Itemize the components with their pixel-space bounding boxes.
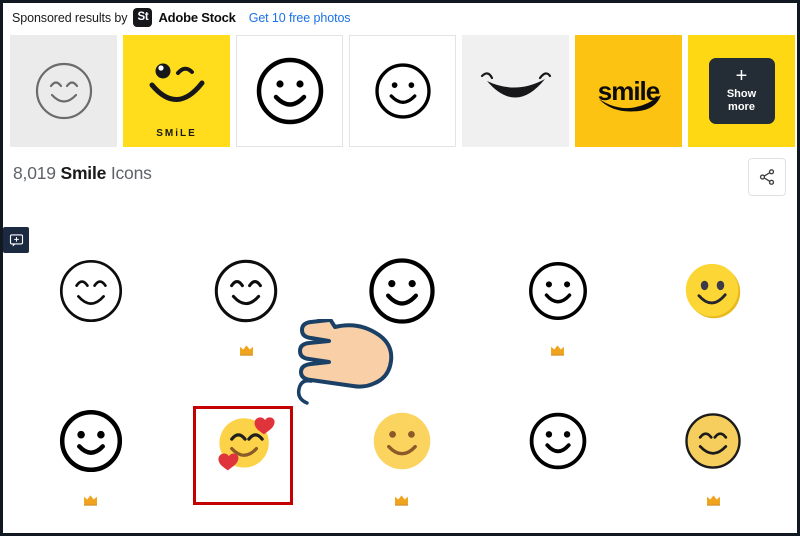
grid-row xyxy=(13,393,791,533)
sponsored-thumb-4[interactable] xyxy=(349,35,456,147)
outline-smiley-curved-eyes-icon xyxy=(35,62,92,120)
results-count: 8,019 xyxy=(13,163,56,183)
adobe-stock-brand-name: Adobe Stock xyxy=(158,10,236,25)
premium-crown-icon xyxy=(239,345,253,356)
get-free-photos-link[interactable]: Get 10 free photos xyxy=(249,11,351,25)
winking-smiley-icon xyxy=(149,63,204,102)
bold-smiley-dot-eyes-icon xyxy=(528,261,587,320)
icon-results-grid xyxy=(13,243,791,533)
sponsored-thumb-show-more[interactable]: + Show more xyxy=(688,35,795,147)
plus-icon: + xyxy=(735,64,748,87)
premium-crown-icon xyxy=(84,495,98,506)
show-more-button[interactable]: + Show more xyxy=(708,58,775,124)
share-button[interactable] xyxy=(748,158,786,196)
icon-outline-smiley-curved-eyes-2[interactable] xyxy=(210,243,282,338)
results-keyword: Smile xyxy=(60,163,107,183)
filled-smiley-curved-eyes-icon xyxy=(685,412,741,469)
icon-bold-smiley-dot-eyes-1[interactable] xyxy=(365,243,439,338)
sponsored-thumb-2-caption: SMiLE xyxy=(156,128,197,139)
smile-curve-only-icon xyxy=(480,72,551,98)
grid-cell[interactable] xyxy=(324,393,480,533)
premium-crown-icon xyxy=(551,345,565,356)
icon-outline-smiley-curved-eyes-1[interactable] xyxy=(55,243,127,338)
show-more-line-2: more xyxy=(728,100,755,113)
icon-bold-smiley-dot-eyes-3[interactable] xyxy=(55,393,127,488)
outline-smiley-dot-eyes-icon xyxy=(256,57,323,125)
icon-smiling-face-with-hearts[interactable] xyxy=(208,393,284,488)
bold-smiley-dot-eyes-icon xyxy=(529,412,586,469)
grid-cell[interactable] xyxy=(480,393,636,533)
icon-filled-yellow-smiley-brown[interactable] xyxy=(369,393,435,488)
show-more-line-1: Show xyxy=(726,87,757,100)
grid-cell[interactable] xyxy=(324,243,480,393)
sponsored-thumb-2[interactable]: SMiLE xyxy=(123,35,230,147)
sponsored-results-bar: Sponsored results by St Adobe Stock Get … xyxy=(3,3,797,32)
premium-crown-icon xyxy=(706,495,720,506)
browser-viewport: Sponsored results by St Adobe Stock Get … xyxy=(0,0,800,536)
filled-yellow-smiley-brown-icon xyxy=(373,412,431,469)
bold-smiley-dot-eyes-icon xyxy=(59,409,122,472)
outline-smiley-curved-eyes-icon xyxy=(215,259,278,322)
bold-smiley-dot-eyes-icon xyxy=(369,257,435,324)
grid-cell[interactable] xyxy=(635,393,791,533)
grid-cell[interactable] xyxy=(13,243,169,393)
adobe-stock-logo-icon: St xyxy=(133,8,153,27)
premium-crown-icon xyxy=(395,495,409,506)
grid-cell[interactable] xyxy=(480,243,636,393)
outline-smiley-dot-eyes-icon xyxy=(374,63,431,119)
share-icon xyxy=(759,169,775,185)
sponsored-thumb-6[interactable]: smile xyxy=(575,35,682,147)
outline-smiley-curved-eyes-icon xyxy=(59,259,122,322)
icon-bold-smiley-dot-eyes-2[interactable] xyxy=(525,243,591,338)
sponsored-thumb-3[interactable] xyxy=(236,35,343,147)
grid-cell[interactable] xyxy=(635,243,791,393)
grid-cell[interactable] xyxy=(13,393,169,533)
smile-swoosh-icon xyxy=(598,95,661,112)
smiling-face-with-hearts-icon xyxy=(218,416,275,470)
icon-bold-smiley-dot-eyes-4[interactable] xyxy=(525,393,591,488)
icon-filled-yellow-smiley-1[interactable] xyxy=(683,243,743,338)
grid-cell[interactable] xyxy=(169,393,325,533)
sponsored-thumb-1[interactable] xyxy=(10,35,117,147)
grid-row xyxy=(13,243,791,393)
grid-cell[interactable] xyxy=(169,243,325,393)
icon-filled-smiley-curved-eyes[interactable] xyxy=(681,393,745,488)
sponsored-thumbnail-strip: SMiLE smile + Show more xyxy=(10,35,797,147)
sponsored-thumb-5[interactable] xyxy=(462,35,569,147)
results-suffix: Icons xyxy=(110,163,152,183)
sponsored-label: Sponsored results by xyxy=(12,10,128,25)
filled-yellow-smiley-icon xyxy=(685,263,741,318)
page-title: 8,019 Smile Icons xyxy=(13,163,152,184)
